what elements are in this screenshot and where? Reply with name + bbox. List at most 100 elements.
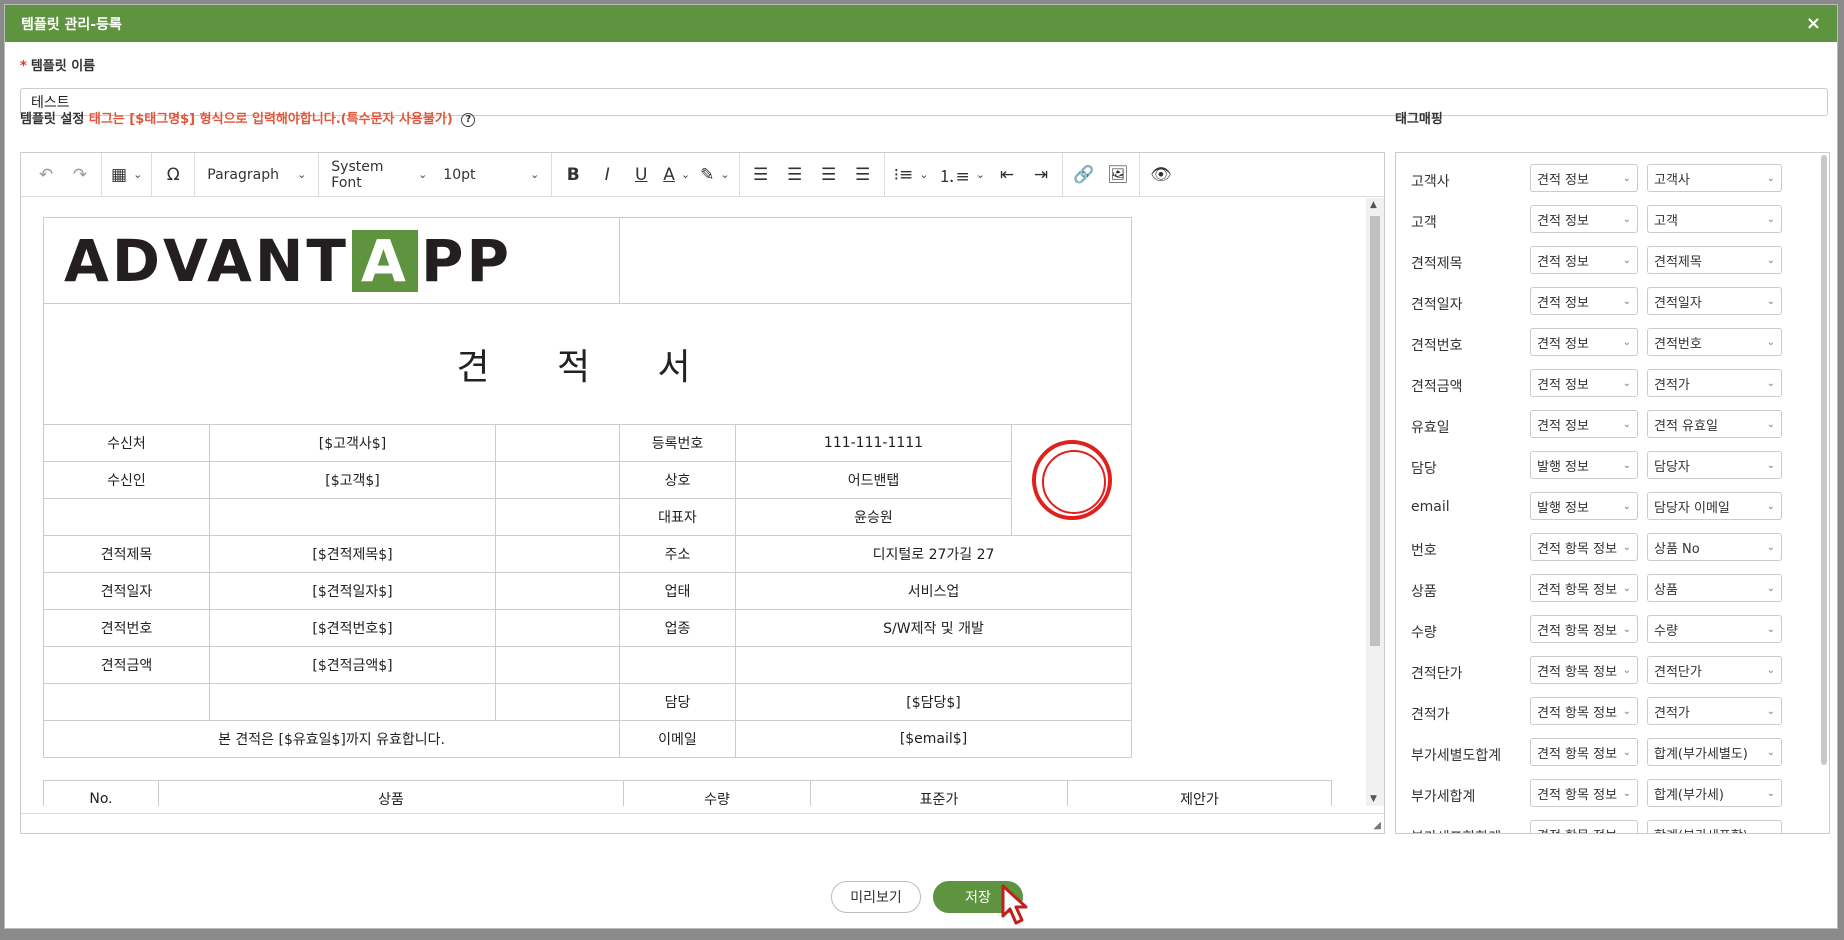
tag-field-select[interactable]: 고객사 ⌄ — [1647, 164, 1782, 192]
bold-icon[interactable]: B — [556, 158, 590, 192]
company-logo: ADVANT A PP — [43, 217, 620, 304]
chevron-down-icon: ⌄ — [1766, 500, 1775, 512]
tag-category-select[interactable]: 견적 항목 정보⌄ — [1530, 656, 1638, 684]
scroll-up-icon[interactable]: ▲ — [1370, 200, 1377, 210]
tag-category-select[interactable]: 견적 항목 정보⌄ — [1530, 533, 1638, 561]
align-justify-icon[interactable]: ☰ — [846, 158, 880, 192]
tag-field-select[interactable]: 상품 ⌄ — [1647, 574, 1782, 602]
column-header: 수량 — [623, 780, 811, 806]
tag-field-select[interactable]: 견적제목 ⌄ — [1647, 246, 1782, 274]
required-mark: * — [20, 59, 27, 74]
tag-category-select[interactable]: 발행 정보 ⌄ — [1530, 492, 1638, 520]
table-cell: 업종 — [619, 609, 736, 647]
indent-icon[interactable]: ⇥ — [1024, 158, 1058, 192]
tag-field-select[interactable]: 견적번호 ⌄ — [1647, 328, 1782, 356]
table-cell: 견적번호 — [43, 609, 210, 647]
image-icon[interactable]: 🖼 — [1101, 158, 1135, 192]
undo-icon[interactable]: ↶ — [29, 158, 63, 192]
close-icon[interactable]: × — [1806, 13, 1821, 34]
chevron-down-icon: ⌄ — [1622, 254, 1631, 266]
tag-name: 상품 — [1411, 584, 1437, 600]
align-right-icon[interactable]: ☰ — [812, 158, 846, 192]
tag-category-select[interactable]: 견적 정보 ⌄ — [1530, 205, 1638, 233]
tag-category-select[interactable]: 견적 항목 정보⌄ — [1530, 738, 1638, 766]
tag-field-select[interactable]: 상품 No ⌄ — [1647, 533, 1782, 561]
editor-scrollbar[interactable]: ▲ ▼ — [1366, 198, 1384, 806]
chevron-down-icon: ⌄ — [418, 168, 428, 181]
table-cell: 견적금액 — [43, 646, 210, 684]
tag-field-select[interactable]: 고객 ⌄ — [1647, 205, 1782, 233]
tag-field-select[interactable]: 견적 유효일 ⌄ — [1647, 410, 1782, 438]
scrollbar-thumb[interactable] — [1370, 216, 1380, 646]
tag-field-select[interactable]: 담당자 이메일 ⌄ — [1647, 492, 1782, 520]
tag-category-select[interactable]: 견적 정보 ⌄ — [1530, 164, 1638, 192]
question-circle-icon[interactable]: ? — [461, 112, 476, 127]
tag-category-select[interactable]: 견적 항목 정보⌄ — [1530, 615, 1638, 643]
tag-category-select[interactable]: 견적 정보 ⌄ — [1530, 410, 1638, 438]
special-char-icon[interactable]: Ω — [156, 158, 190, 192]
tag-category-select[interactable]: 발행 정보 ⌄ — [1530, 451, 1638, 479]
tag-category-select[interactable]: 견적 항목 정보⌄ — [1530, 574, 1638, 602]
scroll-down-icon[interactable]: ▼ — [1370, 794, 1377, 804]
align-left-icon[interactable]: ☰ — [744, 158, 778, 192]
table-cell: 111-111-1111 — [735, 424, 1012, 462]
chevron-down-icon: ⌄ — [1622, 828, 1631, 834]
table-cell: [$견적일자$] — [209, 572, 496, 610]
bullet-list-icon[interactable]: ⁝≡ ⌄ — [889, 158, 934, 192]
text-color-icon[interactable]: A ⌄ — [658, 158, 695, 192]
tag-mapping-row: 상품 견적 항목 정보 ⌄ 상품 ⌄ — [1396, 569, 1829, 610]
tag-category-select[interactable]: 견적 항목 정보⌄ — [1530, 779, 1638, 807]
table-cell: 디지털로 27가길 27 — [735, 535, 1132, 573]
column-header: 상품 — [158, 780, 624, 806]
tag-mapping-label: 태그매핑 — [1395, 112, 1443, 127]
tag-mapping-row: 담당 발행 정보 ⌄ 담당자 ⌄ — [1396, 446, 1829, 487]
numbered-list-icon[interactable]: ⒈≡ ⌄ — [933, 158, 989, 192]
table-cell: [$견적금액$] — [209, 646, 496, 684]
table-cell — [619, 646, 736, 684]
font-size-select[interactable]: 10pt ⌄ — [435, 158, 547, 192]
redo-icon[interactable]: ↷ — [63, 158, 97, 192]
tag-field-select[interactable]: 합계(부가세별도) ⌄ — [1647, 738, 1782, 766]
chevron-down-icon: ⌄ — [1622, 664, 1631, 676]
tag-field-select[interactable]: 담당자 ⌄ — [1647, 451, 1782, 479]
rich-text-editor[interactable]: ↶ ↷ ▦ ⌄ Ω Paragraph ⌄ System Font ⌄ 10pt ⌄ — [20, 152, 1385, 834]
table-cell: [$고객$] — [209, 461, 496, 499]
resize-handle-icon[interactable]: ◢ — [1373, 820, 1381, 831]
tag-category-select[interactable]: 견적 정보 ⌄ — [1530, 246, 1638, 274]
tag-field-select[interactable]: 견적단가 ⌄ — [1647, 656, 1782, 684]
underline-icon[interactable]: U — [624, 158, 658, 192]
link-icon[interactable]: 🔗 — [1067, 158, 1101, 192]
table-icon[interactable]: ▦ ⌄ — [106, 158, 147, 192]
font-family-select[interactable]: System Font ⌄ — [323, 158, 435, 192]
tag-category-select[interactable]: 견적 정보 ⌄ — [1530, 287, 1638, 315]
align-center-icon[interactable]: ☰ — [778, 158, 812, 192]
highlight-color-icon[interactable]: ✎ ⌄ — [695, 158, 734, 192]
tag-mapping-row: 견적일자 견적 정보 ⌄ 견적일자 ⌄ — [1396, 282, 1829, 323]
tag-field-select[interactable]: 견적가 ⌄ — [1647, 369, 1782, 397]
tag-field-select[interactable]: 견적일자 ⌄ — [1647, 287, 1782, 315]
table-cell: 등록번호 — [619, 424, 736, 462]
chevron-down-icon: ⌄ — [1622, 623, 1631, 635]
table-cell — [209, 683, 496, 721]
tag-category-select[interactable]: 견적 항목 정보⌄ — [1530, 697, 1638, 725]
tag-category-select[interactable]: 견적 정보 ⌄ — [1530, 328, 1638, 356]
tag-name: 견적일자 — [1411, 297, 1463, 313]
preview-eye-icon[interactable]: 👁 — [1144, 158, 1178, 192]
italic-icon[interactable]: I — [590, 158, 624, 192]
table-cell: 대표자 — [619, 498, 736, 536]
tag-mapping-row: 번호 견적 항목 정보 ⌄ 상품 No ⌄ — [1396, 528, 1829, 569]
tag-field-select[interactable]: 수량 ⌄ — [1647, 615, 1782, 643]
outdent-icon[interactable]: ⇤ — [990, 158, 1024, 192]
preview-button[interactable]: 미리보기 — [831, 881, 921, 913]
tag-mapping-row: 견적가 견적 항목 정보 ⌄ 견적가 ⌄ — [1396, 692, 1829, 733]
tag-category-select[interactable]: 견적 정보 ⌄ — [1530, 369, 1638, 397]
chevron-down-icon: ⌄ — [1766, 582, 1775, 594]
tag-field-select[interactable]: 합계(부가세포함)⌄ — [1647, 820, 1782, 833]
tag-mapping-row: 부가세포함합계 견적 항목 정보⌄ 합계(부가세포함)⌄ — [1396, 815, 1829, 834]
editor-content[interactable]: ADVANT A PP 견 적 서 수신처 [$고객사$] 등록번호 111-111… — [21, 198, 1366, 806]
block-format-select[interactable]: Paragraph ⌄ — [199, 158, 314, 192]
tag-field-select[interactable]: 합계(부가세) ⌄ — [1647, 779, 1782, 807]
tag-name: 견적금액 — [1411, 379, 1463, 395]
tag-field-select[interactable]: 견적가 ⌄ — [1647, 697, 1782, 725]
tag-category-select[interactable]: 견적 항목 정보⌄ — [1530, 820, 1638, 834]
